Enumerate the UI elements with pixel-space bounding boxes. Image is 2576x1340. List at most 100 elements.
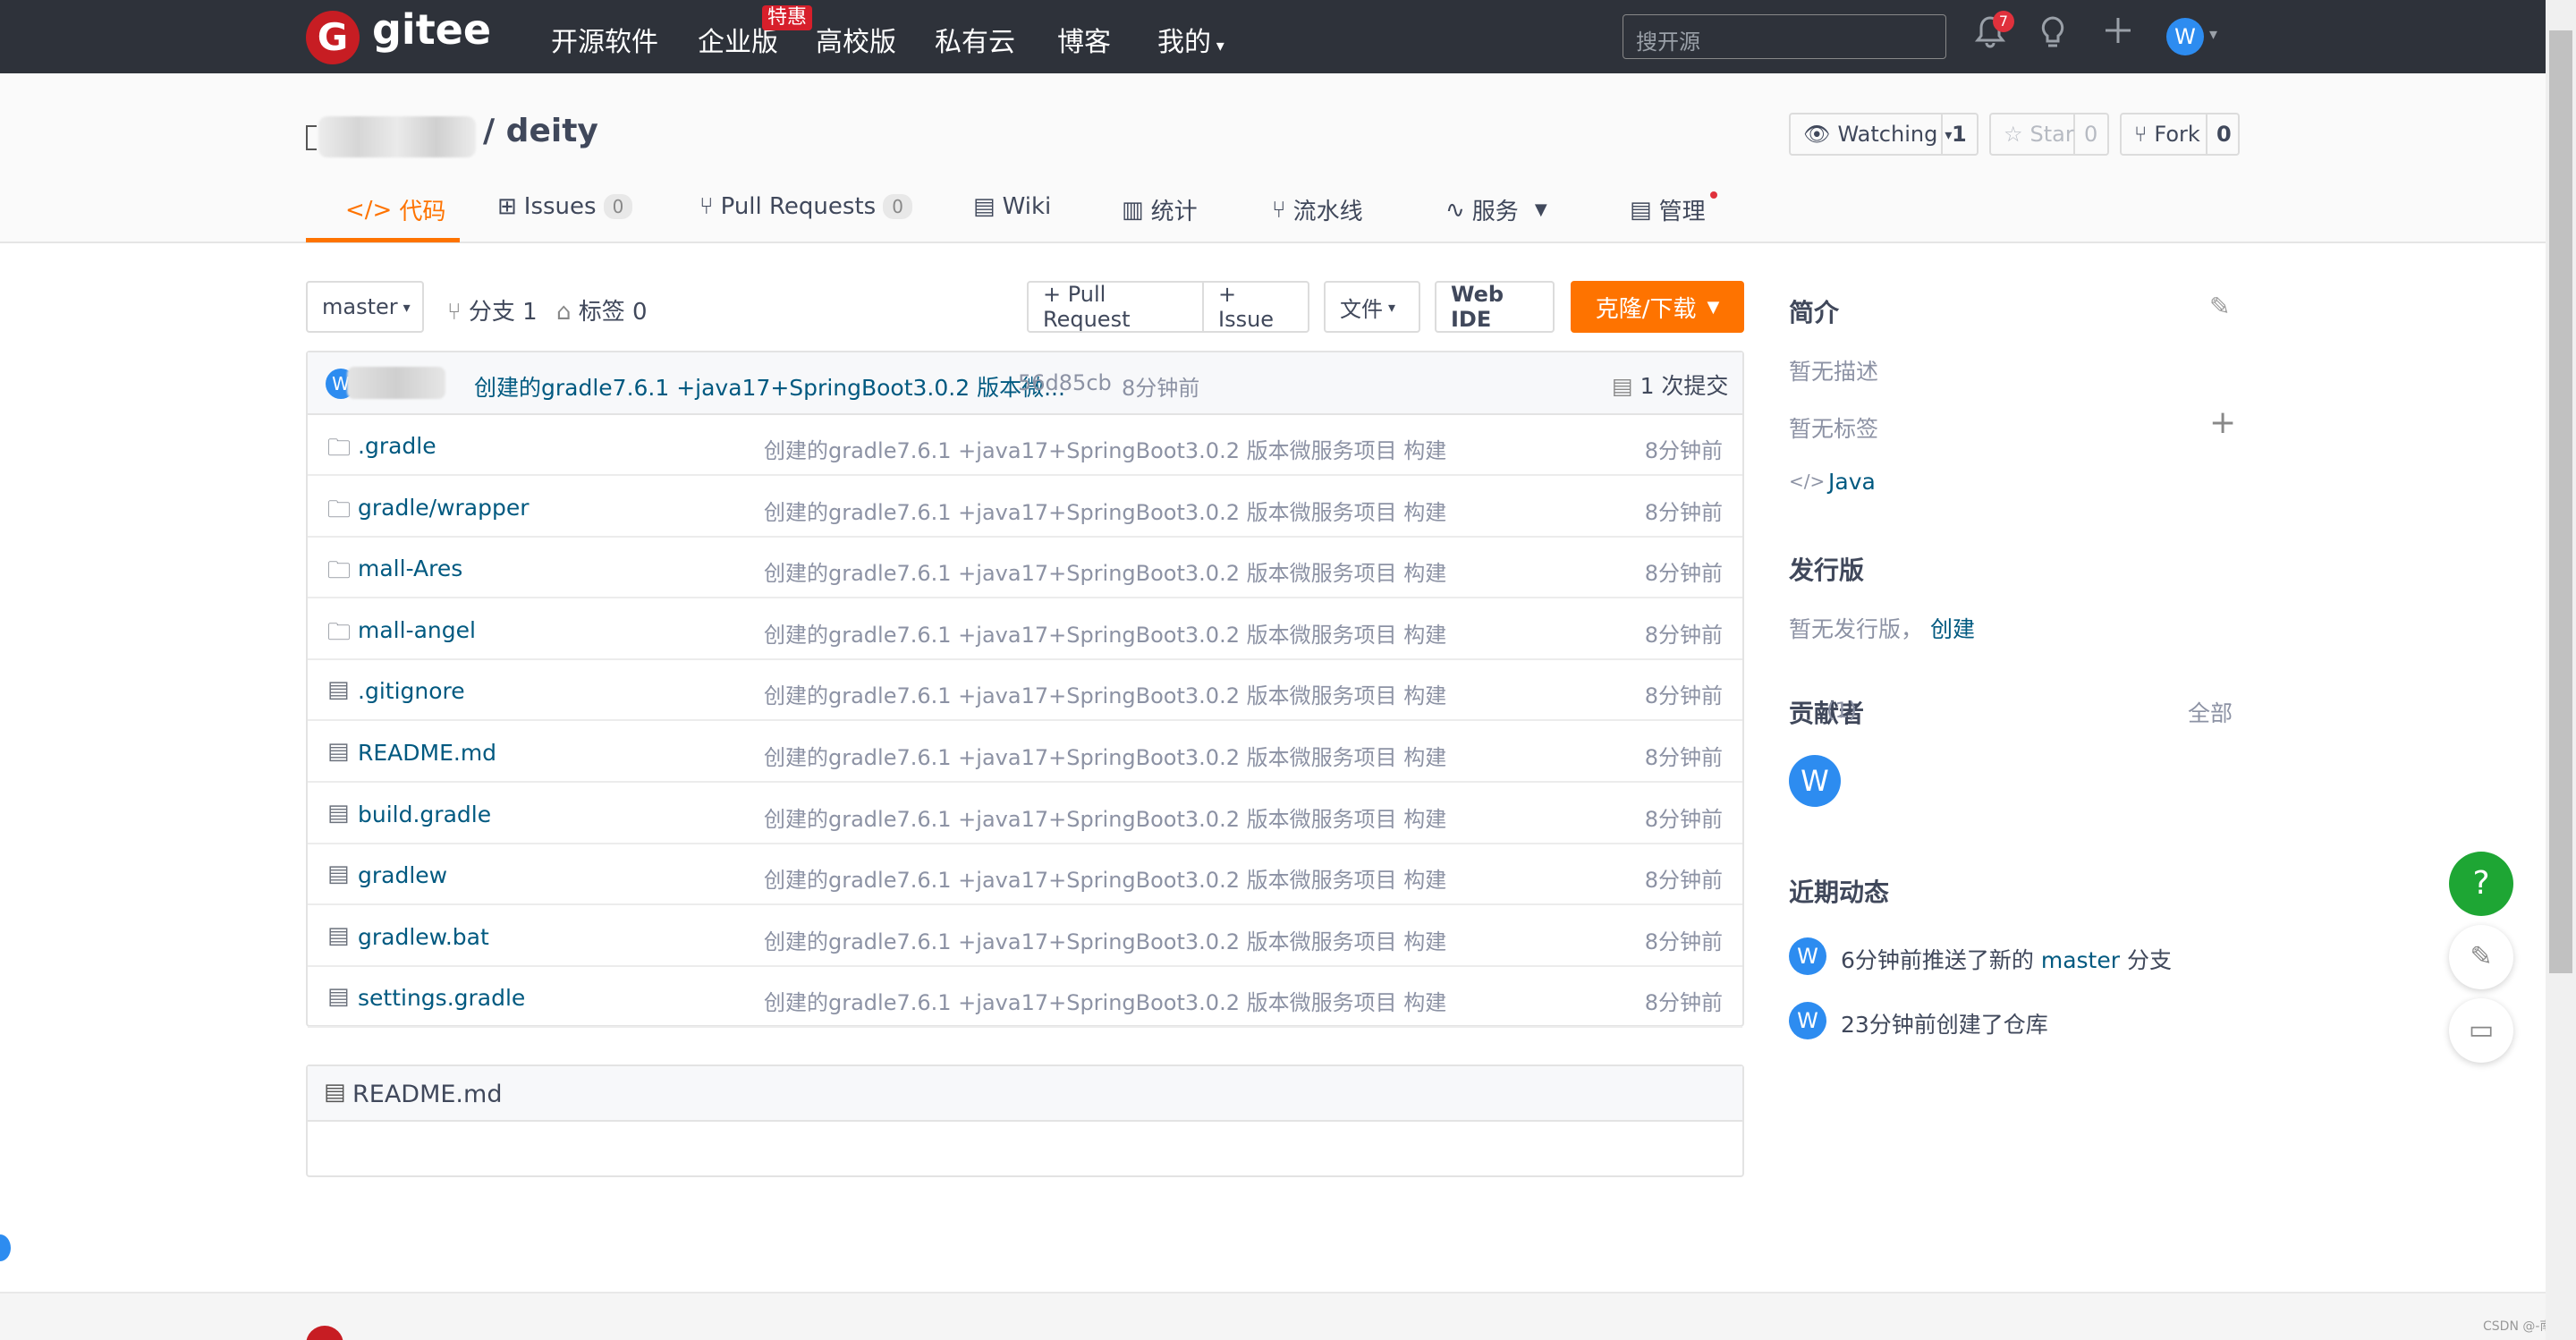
- file-name-link[interactable]: .gitignore: [358, 678, 465, 704]
- file-commit-message[interactable]: 创建的gradle7.6.1 +java17+SpringBoot3.0.2 版…: [764, 495, 1446, 526]
- feedback-edit-icon[interactable]: ✎: [2449, 925, 2513, 989]
- tab-pull-requests[interactable]: ⑂ Pull Requests 0: [699, 193, 912, 220]
- tab-code[interactable]: </> 代码: [345, 193, 445, 226]
- file-commit-message[interactable]: 创建的gradle7.6.1 +java17+SpringBoot3.0.2 版…: [764, 433, 1446, 464]
- fork-label: Fork: [2154, 122, 2200, 147]
- branch-select[interactable]: master ▾: [306, 281, 424, 333]
- commit-count-link[interactable]: ▤ 1 次提交: [1612, 369, 1728, 401]
- file-row[interactable]: 🗀 gradle/wrapper 创建的gradle7.6.1 +java17+Sp…: [308, 477, 1742, 538]
- file-name-link[interactable]: mall-Ares: [358, 556, 462, 581]
- edit-icon[interactable]: ✎: [2209, 292, 2230, 321]
- add-tag-icon[interactable]: +: [2209, 404, 2236, 441]
- gitee-logo-icon[interactable]: G: [306, 11, 360, 64]
- file-name-link[interactable]: .gradle: [358, 433, 436, 459]
- scrollbar-thumb[interactable]: [2549, 30, 2572, 973]
- nav-open-source[interactable]: 开源软件: [551, 20, 658, 59]
- branches-link[interactable]: ⑂ 分支 1: [447, 293, 538, 327]
- search-input[interactable]: 搜开源: [1623, 14, 1946, 59]
- tab-issues[interactable]: ⊞ Issues 0: [497, 193, 633, 220]
- nav-mine[interactable]: 我的 ▾: [1157, 20, 1224, 59]
- logo-text[interactable]: gitee: [372, 5, 491, 54]
- file-icon: ▤: [327, 738, 350, 765]
- file-commit-message[interactable]: 创建的gradle7.6.1 +java17+SpringBoot3.0.2 版…: [764, 740, 1446, 771]
- tab-stats[interactable]: ▥ 统计: [1122, 193, 1198, 226]
- commit-message[interactable]: 创建的gradle7.6.1 +java17+SpringBoot3.0.2 版…: [474, 370, 1065, 403]
- file-commit-message[interactable]: 创建的gradle7.6.1 +java17+SpringBoot3.0.2 版…: [764, 862, 1446, 894]
- file-row[interactable]: 🗀 mall-Ares 创建的gradle7.6.1 +java17+SpringB…: [308, 538, 1742, 599]
- file-name-link[interactable]: mall-angel: [358, 617, 476, 643]
- branch-link[interactable]: master: [2041, 947, 2120, 973]
- contributor-avatar[interactable]: W: [1789, 755, 1841, 807]
- file-name-link[interactable]: gradlew.bat: [358, 924, 489, 950]
- nav-blog[interactable]: 博客: [1057, 20, 1111, 59]
- tab-count: 0: [883, 194, 912, 219]
- file-commit-message[interactable]: 创建的gradle7.6.1 +java17+SpringBoot3.0.2 版…: [764, 985, 1446, 1016]
- new-pull-request-button[interactable]: + Pull Request: [1027, 281, 1204, 333]
- tags-link[interactable]: ⌂ 标签 0: [556, 293, 648, 327]
- activity-item: 6分钟前推送了新的 master 分支: [1841, 943, 2172, 975]
- star-count[interactable]: 0: [2075, 122, 2106, 147]
- star-button[interactable]: ☆ Star 0: [1989, 113, 2109, 156]
- nav-private-cloud[interactable]: 私有云: [935, 20, 1015, 59]
- chevron-down-icon[interactable]: ▾: [2209, 25, 2217, 44]
- file-name-link[interactable]: README.md: [358, 740, 496, 766]
- file-name-link[interactable]: settings.gradle: [358, 985, 525, 1011]
- file-name-link[interactable]: build.gradle: [358, 801, 491, 827]
- plus-icon[interactable]: [2102, 13, 2134, 56]
- watch-button[interactable]: 👁 Watching ▾ 1: [1789, 113, 1979, 156]
- activity-avatar[interactable]: W: [1789, 1002, 1826, 1039]
- chat-icon[interactable]: ▭: [2449, 998, 2513, 1063]
- no-description: 暂无描述: [1789, 359, 1879, 385]
- file-menu-button[interactable]: 文件 ▾: [1324, 281, 1420, 333]
- file-commit-message[interactable]: 创建的gradle7.6.1 +java17+SpringBoot3.0.2 版…: [764, 556, 1446, 587]
- file-name-link[interactable]: gradle/wrapper: [358, 495, 530, 521]
- chevron-down-icon: ▾: [1388, 298, 1396, 316]
- file-row[interactable]: ▤ gradlew 创建的gradle7.6.1 +java17+SpringBoo…: [308, 844, 1742, 906]
- tab-count: 0: [603, 194, 633, 219]
- tab-services[interactable]: ∿ 服务 ▼: [1445, 193, 1547, 226]
- file-row[interactable]: 🗀 .gradle 创建的gradle7.6.1 +java17+SpringBoo…: [308, 415, 1742, 476]
- new-issue-button[interactable]: + Issue: [1202, 281, 1309, 333]
- help-button[interactable]: ?: [2449, 852, 2513, 916]
- file-commit-message[interactable]: 创建的gradle7.6.1 +java17+SpringBoot3.0.2 版…: [764, 678, 1446, 709]
- tab-label: Pull Requests: [720, 193, 877, 220]
- all-contributors-link[interactable]: 全部: [2188, 696, 2233, 728]
- file-commit-message[interactable]: 创建的gradle7.6.1 +java17+SpringBoot3.0.2 版…: [764, 801, 1446, 833]
- lightbulb-icon[interactable]: [2038, 14, 2068, 58]
- file-row[interactable]: 🗀 mall-angel 创建的gradle7.6.1 +java17+Spring…: [308, 599, 1742, 660]
- chevron-down-icon: ▼: [1534, 200, 1547, 219]
- commit-hash[interactable]: 56d85cb: [1018, 370, 1112, 395]
- tab-wiki[interactable]: ▤ Wiki: [973, 193, 1051, 220]
- file-name-link[interactable]: gradlew: [358, 862, 447, 888]
- no-releases: 暂无发行版，: [1789, 616, 1924, 642]
- fork-button[interactable]: ⑂ Fork 0: [2120, 113, 2240, 156]
- chevron-down-icon: ▾: [1211, 37, 1224, 55]
- file-row[interactable]: ▤ build.gradle 创建的gradle7.6.1 +java17+Spri…: [308, 784, 1742, 844]
- nav-education[interactable]: 高校版: [816, 20, 896, 59]
- chevron-down-icon: ▾: [402, 298, 411, 316]
- create-release-link[interactable]: 创建: [1930, 612, 1975, 644]
- file-commit-time: 8分钟前: [1644, 622, 1723, 648]
- file-icon: ▤: [327, 861, 350, 888]
- repo-name[interactable]: / deity: [483, 113, 598, 149]
- fork-count[interactable]: 0: [2207, 122, 2241, 147]
- file-row[interactable]: ▤ settings.gradle 创建的gradle7.6.1 +java17+S…: [308, 967, 1742, 1029]
- file-row[interactable]: ▤ .gitignore 创建的gradle7.6.1 +java17+Spring…: [308, 660, 1742, 722]
- tab-manage[interactable]: ▤ 管理: [1630, 193, 1706, 226]
- language-link[interactable]: Java: [1828, 469, 1876, 495]
- file-commit-message[interactable]: 创建的gradle7.6.1 +java17+SpringBoot3.0.2 版…: [764, 924, 1446, 955]
- user-avatar[interactable]: W: [2166, 18, 2204, 55]
- activity-avatar[interactable]: W: [1789, 937, 1826, 975]
- file-commit-time: 8分钟前: [1644, 499, 1723, 525]
- code-icon: </>: [1789, 471, 1826, 492]
- file-row[interactable]: ▤ README.md 创建的gradle7.6.1 +java17+SpringB…: [308, 722, 1742, 783]
- watch-count[interactable]: 1: [1943, 122, 1976, 147]
- activity-heading: 近期动态: [1789, 878, 1890, 907]
- file-commit-time: 8分钟前: [1644, 806, 1723, 832]
- file-commit-message[interactable]: 创建的gradle7.6.1 +java17+SpringBoot3.0.2 版…: [764, 617, 1446, 649]
- eye-icon: 👁: [1803, 122, 1831, 147]
- file-row[interactable]: ▤ gradlew.bat 创建的gradle7.6.1 +java17+Sprin…: [308, 906, 1742, 967]
- tab-pipeline[interactable]: ⑂ 流水线: [1272, 193, 1363, 226]
- web-ide-button[interactable]: Web IDE: [1435, 281, 1555, 333]
- clone-download-button[interactable]: 克隆/下载 ▼: [1571, 281, 1744, 333]
